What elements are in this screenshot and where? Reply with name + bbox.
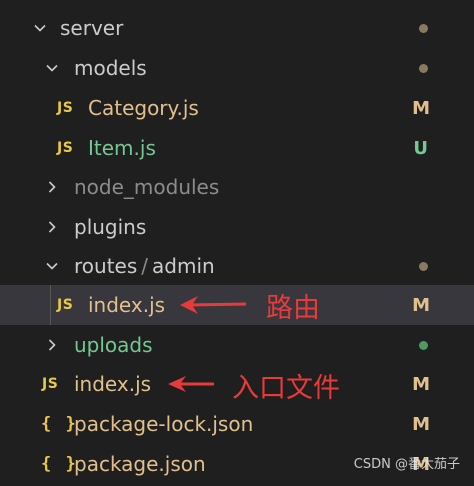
file-item-js[interactable]: JS Item.js U (0, 128, 474, 168)
annotation-route: 路由 (266, 293, 320, 324)
git-status-badge: M (412, 294, 430, 316)
git-status-badge: M (412, 97, 430, 119)
indent-guide (50, 285, 51, 325)
file-label: Item.js (88, 136, 156, 160)
chevron-right-icon (45, 220, 59, 234)
status-dot (419, 63, 428, 73)
path-separator: / (141, 254, 149, 278)
status-dot (419, 261, 428, 271)
folder-uploads[interactable]: uploads (0, 325, 474, 365)
chevron-down-icon (45, 259, 59, 273)
js-file-icon: JS (57, 297, 74, 313)
file-label: index.js (74, 372, 152, 396)
chevron-down-icon (45, 61, 59, 75)
status-dot (419, 23, 428, 33)
js-file-icon: JS (57, 140, 74, 156)
annotation-entry-file: 入口文件 (232, 373, 340, 404)
chevron-right-icon (45, 180, 59, 194)
folder-models[interactable]: models (0, 48, 474, 88)
file-label: Category.js (88, 96, 199, 120)
folder-label: server (60, 16, 124, 40)
folder-label: models (74, 56, 147, 80)
arrow-left-icon (180, 296, 247, 314)
js-file-icon: JS (42, 376, 59, 392)
folder-label: node_modules (74, 175, 220, 199)
file-label: index.js (88, 293, 166, 317)
file-category-js[interactable]: JS Category.js M (0, 88, 474, 128)
folder-routes-label: routes (74, 254, 138, 278)
status-dot (419, 340, 428, 350)
folder-plugins[interactable]: plugins (0, 207, 474, 247)
git-status-badge: U (413, 137, 428, 159)
git-status-badge: M (412, 373, 430, 395)
folder-path-label: routes / admin (74, 254, 215, 278)
folder-routes-admin[interactable]: routes / admin (0, 246, 474, 286)
folder-label: uploads (74, 333, 153, 357)
chevron-down-icon (33, 21, 47, 35)
json-file-icon: { } (41, 414, 78, 434)
file-label: package-lock.json (74, 412, 254, 436)
folder-label: plugins (74, 215, 147, 239)
js-file-icon: JS (57, 100, 74, 116)
folder-server[interactable]: server (0, 8, 474, 48)
file-explorer-tree: server models JS Category.js M JS Item.j… (0, 0, 474, 486)
chevron-right-icon (45, 338, 59, 352)
file-label: package.json (74, 452, 206, 476)
arrow-left-icon (168, 376, 214, 392)
file-package-lock-json[interactable]: { } package-lock.json M (0, 404, 474, 444)
git-status-badge: M (412, 413, 430, 435)
json-file-icon: { } (41, 454, 78, 474)
folder-node-modules[interactable]: node_modules (0, 167, 474, 207)
watermark: CSDN @番大茄子 (353, 457, 460, 472)
folder-admin-label: admin (152, 254, 215, 278)
